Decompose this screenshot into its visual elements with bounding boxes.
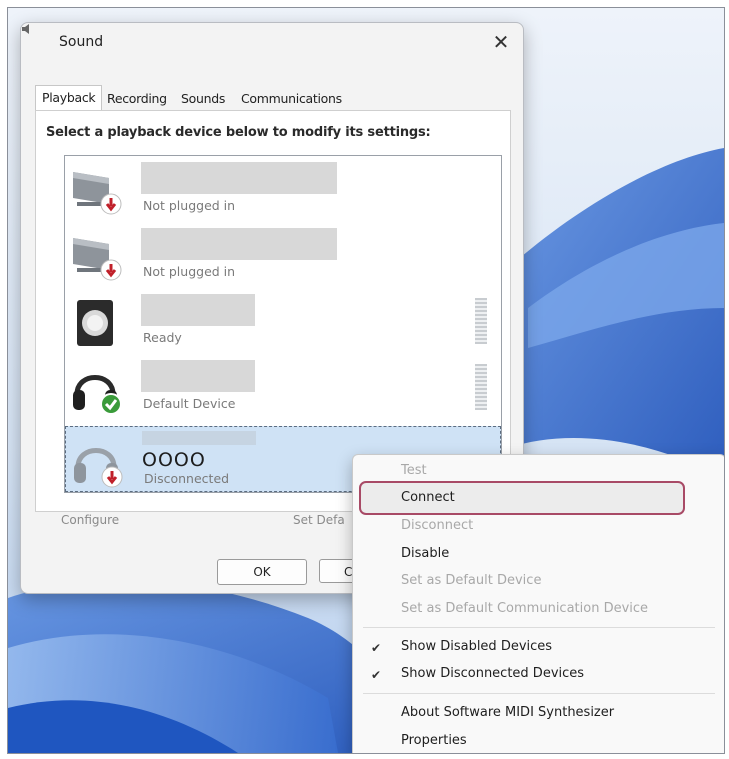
tab-playback[interactable]: Playback xyxy=(35,85,103,112)
device-status: Disconnected xyxy=(144,471,230,486)
set-default-button[interactable]: Set Defa xyxy=(293,513,345,527)
playback-panel: Select a playback device below to modify… xyxy=(35,110,511,512)
check-icon: ✔ xyxy=(371,641,382,655)
tab-sounds[interactable]: Sounds xyxy=(181,87,225,111)
device-name: OOOO xyxy=(142,449,206,471)
menu-item-disable[interactable]: Disable xyxy=(401,546,449,561)
menu-item-set-default-device[interactable]: Set as Default Device xyxy=(401,573,541,588)
headphones-default-icon xyxy=(73,375,122,415)
menu-item-connect[interactable]: Connect xyxy=(401,490,455,505)
menu-item-show-disconnected-devices[interactable]: Show Disconnected Devices xyxy=(401,666,584,681)
menu-separator xyxy=(363,627,715,628)
device-status: Not plugged in xyxy=(143,264,236,279)
device-item[interactable]: Not plugged in xyxy=(65,222,485,288)
title-bar: Sound ✕ xyxy=(21,23,523,61)
menu-item-about-midi-synthesizer[interactable]: About Software MIDI Synthesizer xyxy=(401,705,614,720)
desktop-wallpaper: Sound ✕ Playback Recording Sounds Commun… xyxy=(7,7,725,754)
window-title: Sound xyxy=(59,34,104,50)
device-item[interactable]: Default Device xyxy=(65,354,487,420)
speaker-unplugged-icon xyxy=(73,172,122,215)
device-name-placeholder xyxy=(141,228,337,260)
tab-communications[interactable]: Communications xyxy=(241,87,342,111)
tab-recording[interactable]: Recording xyxy=(107,87,167,111)
device-list[interactable]: Not plugged in Not plugged in Ready Defa… xyxy=(64,155,502,493)
device-status: Not plugged in xyxy=(143,198,236,213)
menu-separator xyxy=(363,693,715,694)
close-button[interactable]: ✕ xyxy=(487,31,515,55)
device-name-placeholder xyxy=(142,431,256,445)
device-status: Default Device xyxy=(143,396,236,411)
menu-item-disconnect[interactable]: Disconnect xyxy=(401,518,473,533)
device-item[interactable]: Not plugged in xyxy=(65,156,485,222)
speaker-icon xyxy=(22,24,29,34)
device-item[interactable]: Ready xyxy=(65,288,487,354)
configure-button[interactable]: Configure xyxy=(61,513,119,527)
volume-level-meter xyxy=(475,298,487,344)
headphones-disconnected-icon xyxy=(74,448,123,488)
device-name-placeholder xyxy=(141,360,255,392)
menu-item-properties[interactable]: Properties xyxy=(401,733,467,748)
ok-button[interactable]: OK xyxy=(217,559,307,585)
speaker-unplugged-icon xyxy=(73,238,122,281)
check-icon: ✔ xyxy=(371,668,382,682)
menu-item-show-disabled-devices[interactable]: Show Disabled Devices xyxy=(401,639,552,654)
device-name-placeholder xyxy=(141,162,337,194)
volume-level-meter xyxy=(475,364,487,410)
device-name-placeholder xyxy=(141,294,255,326)
instruction-text: Select a playback device below to modify… xyxy=(46,125,431,140)
speaker-box-icon xyxy=(77,300,113,346)
menu-item-set-default-communication-device[interactable]: Set as Default Communication Device xyxy=(401,601,648,616)
menu-item-test[interactable]: Test xyxy=(401,463,427,478)
device-status: Ready xyxy=(143,330,182,345)
context-menu: Test Connect Disconnect Disable Set as D… xyxy=(352,454,724,753)
